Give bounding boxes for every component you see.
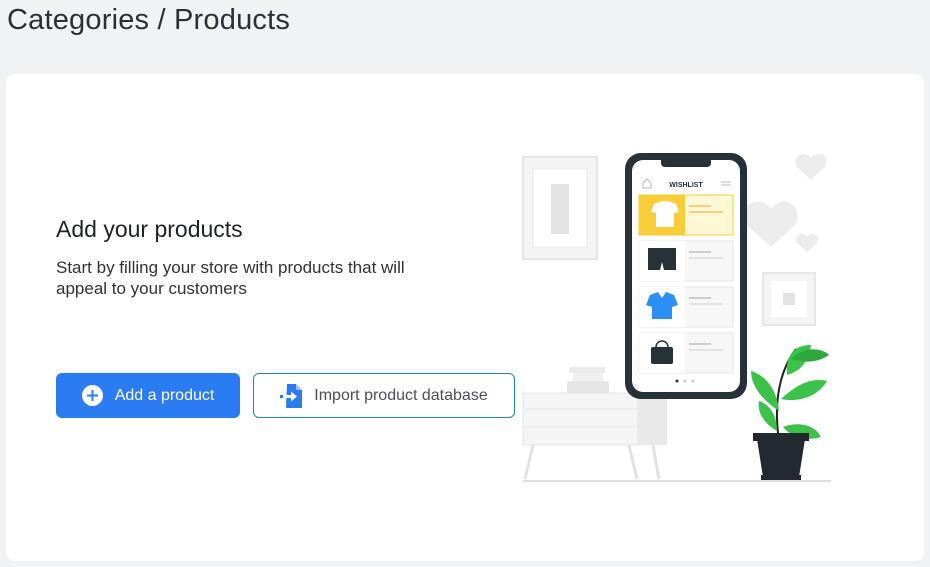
import-file-icon [280,383,304,409]
wishlist-app-title: WISHLIST [669,182,703,189]
empty-state-card: Add your products Start by filling your … [6,74,924,561]
plus-icon [81,385,103,406]
online-store-illustration: WISHLIST [522,153,831,482]
add-product-button[interactable]: Add a product [56,373,240,418]
page-title: Categories / Products [7,4,291,36]
empty-state-title: Add your products [56,216,243,242]
add-product-label: Add a product [114,386,215,404]
import-product-database-label: Import product database [314,386,488,404]
import-product-database-button[interactable]: Import product database [253,373,515,418]
empty-state-description: Start by filling your store with product… [56,258,405,298]
